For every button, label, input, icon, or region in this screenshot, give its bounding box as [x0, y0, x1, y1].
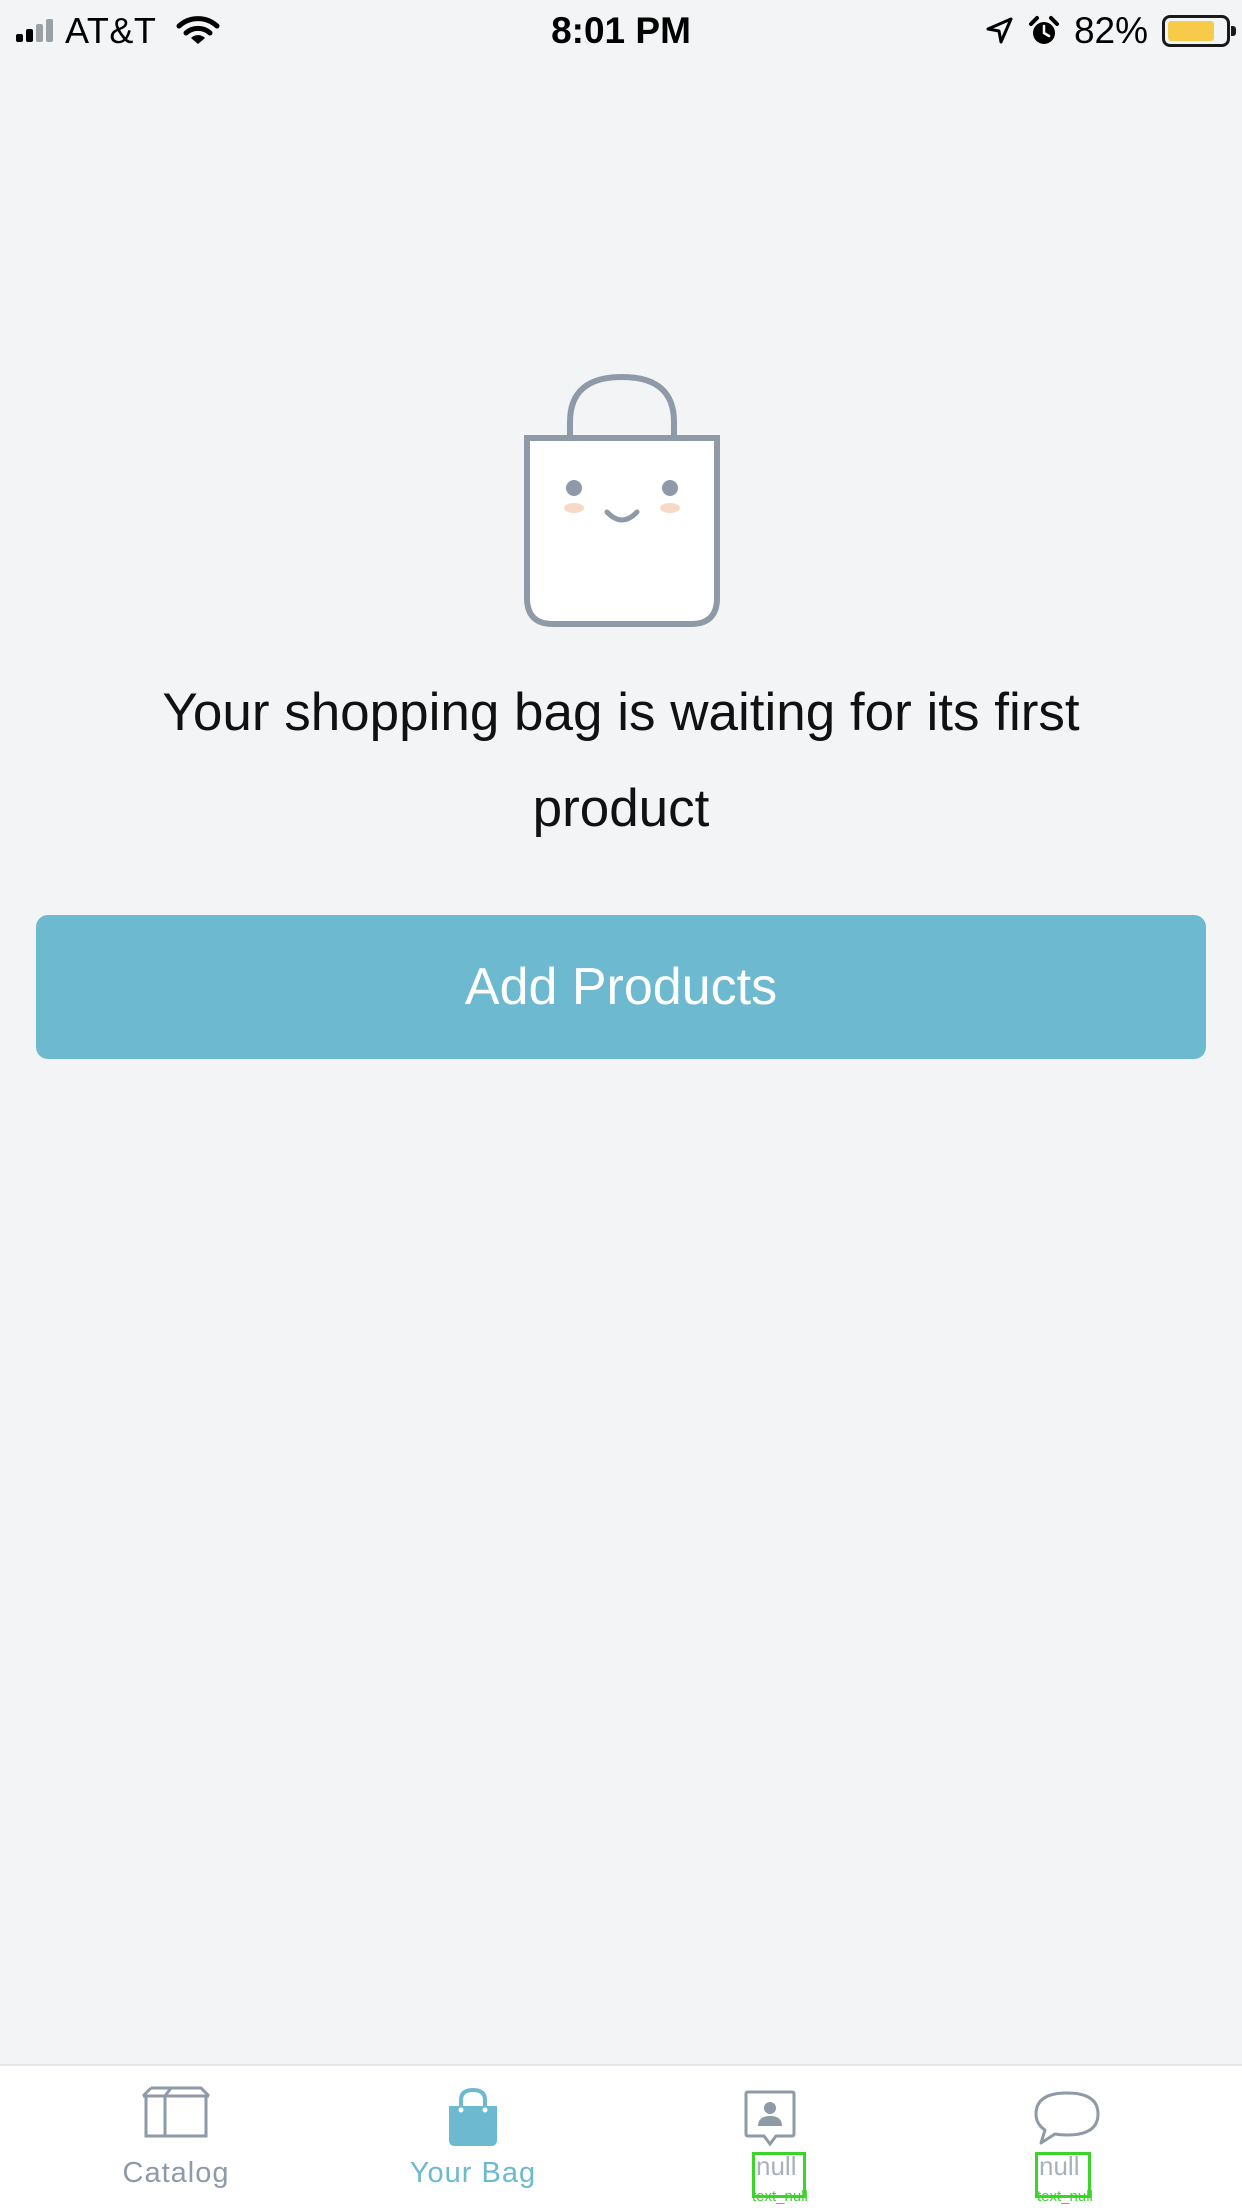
contact-card-icon	[744, 2090, 796, 2147]
box-icon	[141, 2086, 211, 2138]
tab-label-your-bag: Your Bag	[409, 2157, 537, 2189]
smiling-shopping-bag-icon	[524, 374, 720, 627]
location-arrow-icon	[986, 17, 1013, 44]
tab-label-messages: null	[1039, 2151, 1080, 2181]
tab-profile[interactable]: null text_null	[620, 2066, 920, 2208]
tab-catalog[interactable]: Catalog	[26, 2066, 326, 2208]
battery-icon	[1162, 15, 1236, 47]
status-bar-right: 82%	[984, 6, 1236, 56]
tab-your-bag[interactable]: Your Bag	[323, 2066, 623, 2208]
bag-icon	[449, 2088, 497, 2146]
debug-caption: text_null	[752, 2188, 808, 2205]
tab-messages[interactable]: null text_null	[917, 2066, 1217, 2208]
tab-bar: Catalog Your Bag null text_null null tex…	[0, 2064, 1242, 2208]
debug-caption: text_null	[1037, 2188, 1093, 2205]
battery-fill	[1168, 21, 1214, 41]
battery-percent: 82%	[1073, 10, 1148, 51]
add-products-button[interactable]: Add Products	[36, 915, 1206, 1059]
status-bar: AT&T 8:01 PM 82%	[0, 0, 1242, 62]
tab-label-catalog: Catalog	[122, 2157, 230, 2189]
chat-bubble-icon	[1034, 2091, 1100, 2145]
alarm-icon	[1028, 16, 1059, 44]
empty-bag-message: Your shopping bag is waiting for its fir…	[162, 683, 1080, 838]
tab-label-profile: null	[756, 2151, 797, 2181]
